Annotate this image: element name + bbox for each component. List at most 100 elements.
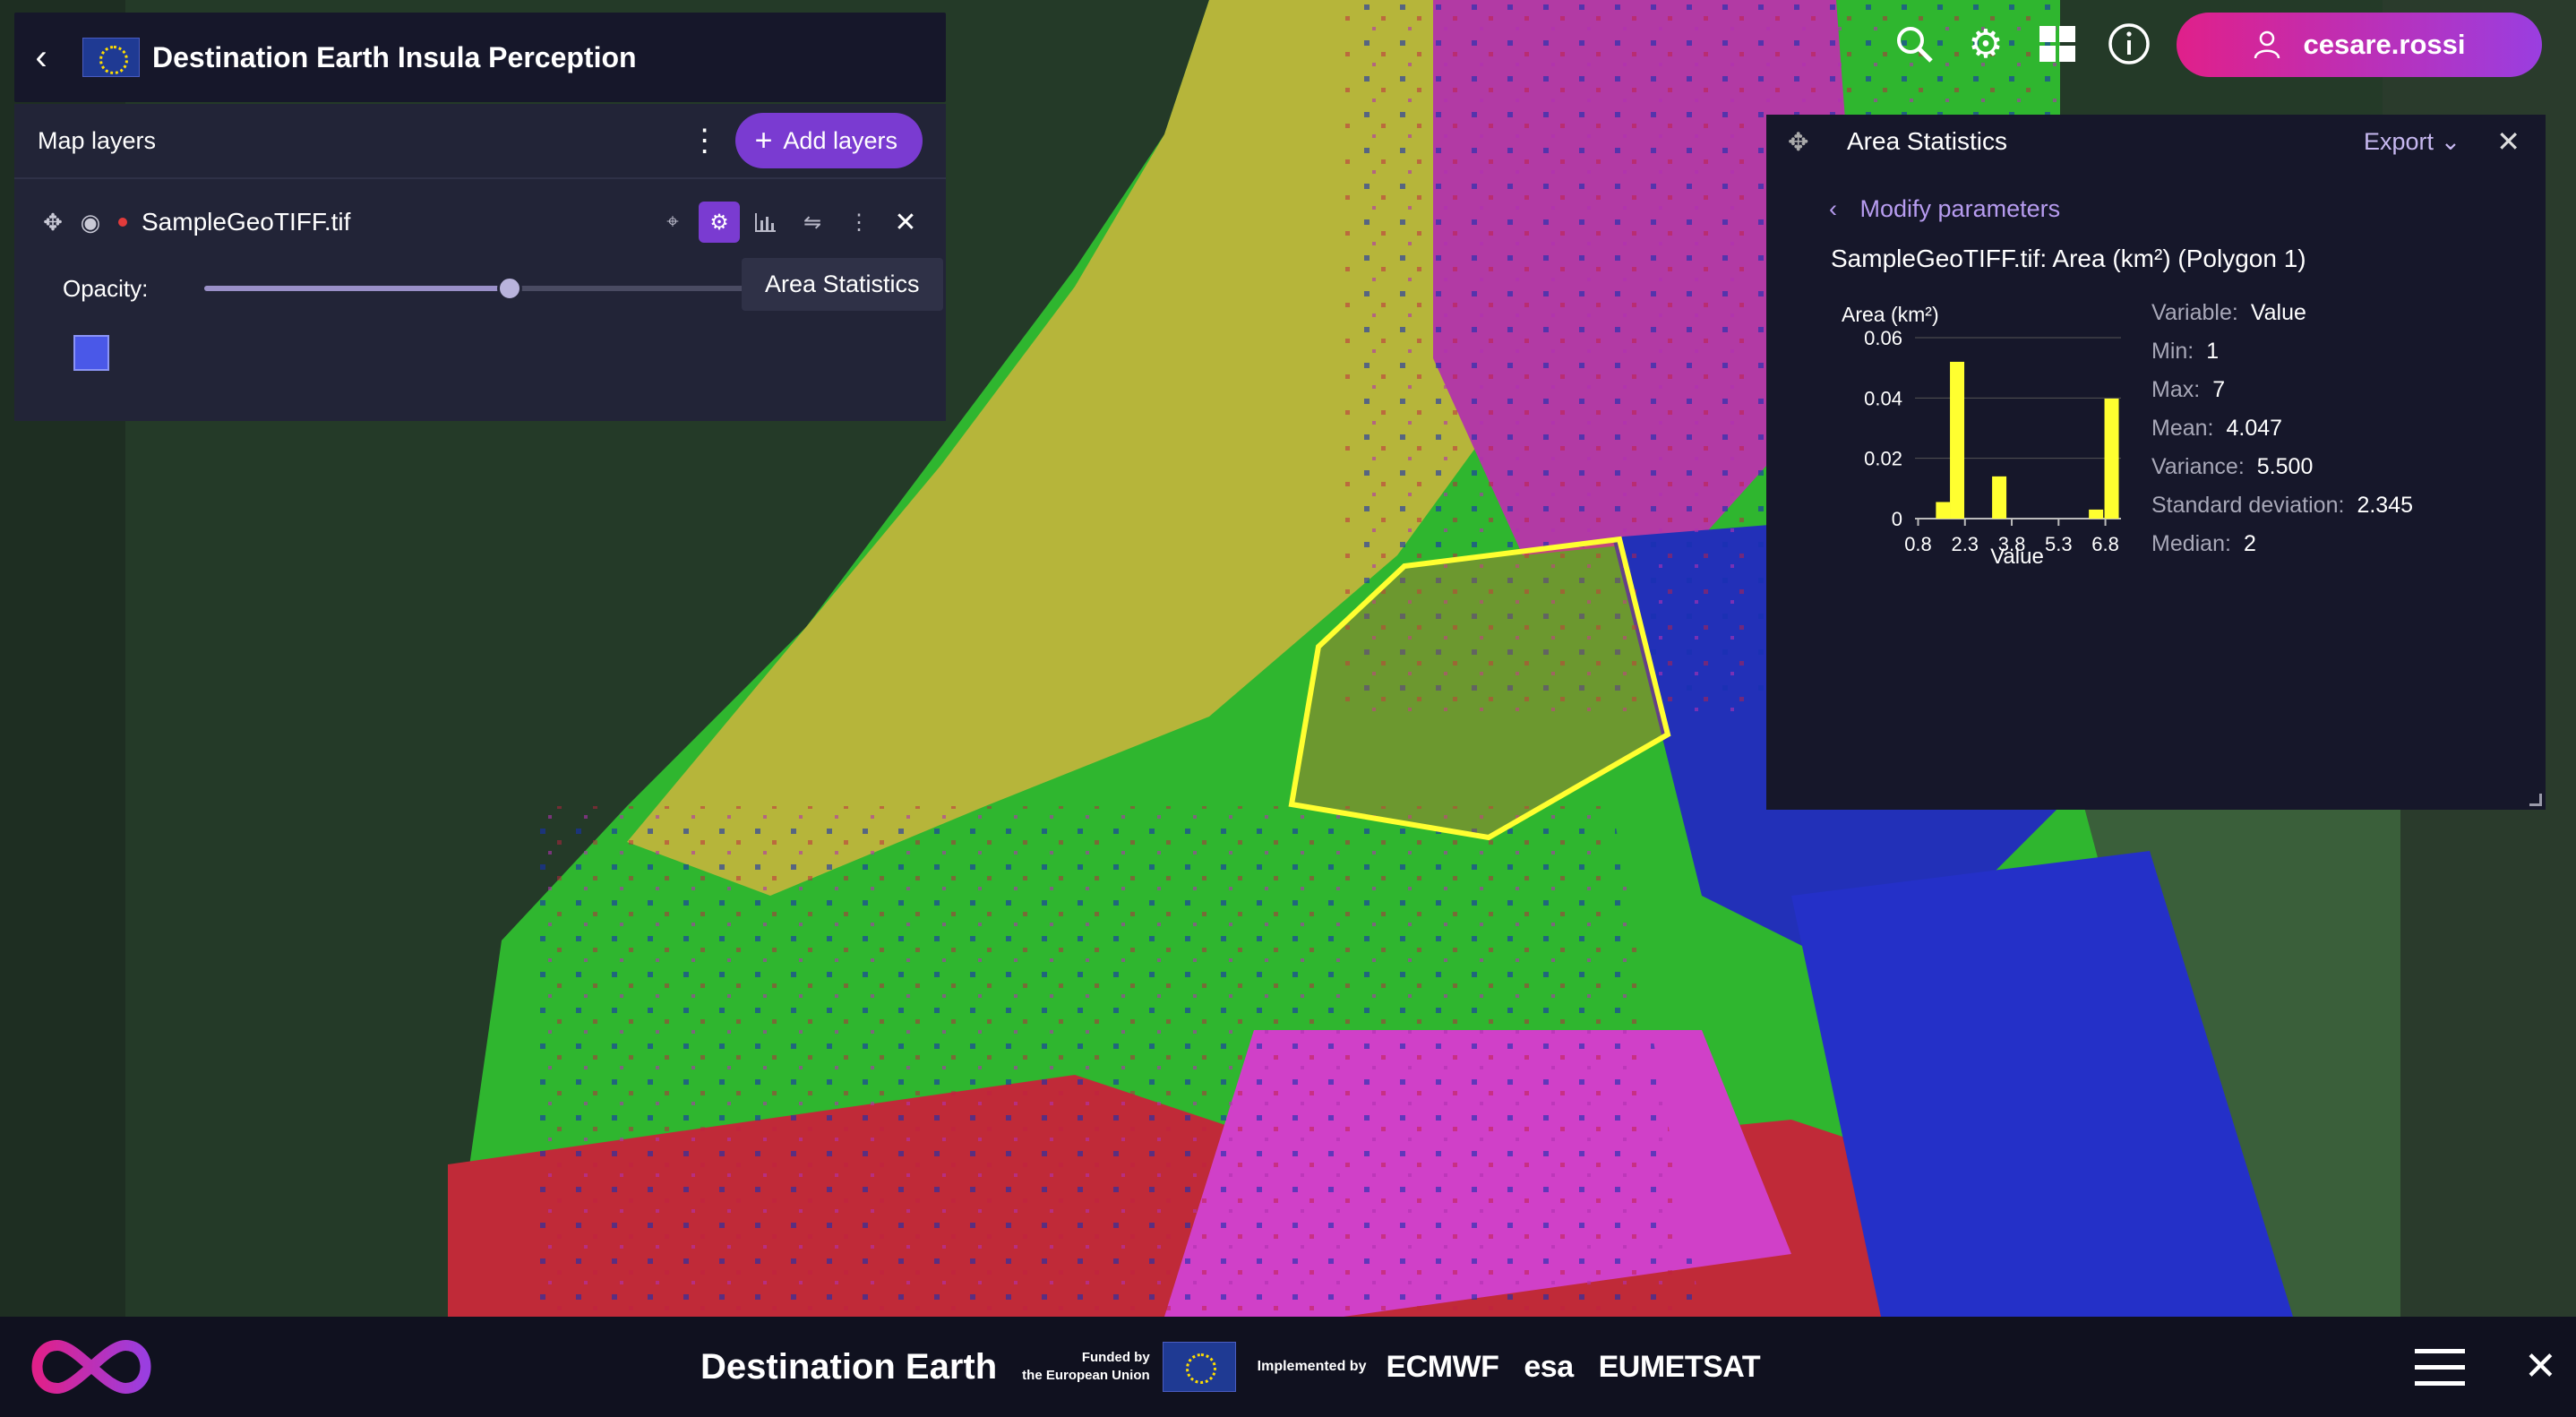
layer-more-icon[interactable]: ⋮ (838, 202, 880, 243)
chart-grid (1915, 337, 2121, 520)
top-toolbar: ⚙ (1890, 20, 2153, 68)
statistic-key: Variance (2151, 454, 2238, 479)
statistic-key: Max (2151, 377, 2194, 402)
statistic-key: Variable (2151, 300, 2232, 325)
layer-settings-gear-icon[interactable]: ⚙ (699, 202, 740, 243)
x-tick-label: 6.8 (2091, 533, 2119, 555)
layer-name: SampleGeoTIFF.tif (142, 208, 351, 236)
area-statistics-title: Area Statistics (1847, 127, 2007, 155)
statistic-key: Mean (2151, 416, 2208, 441)
statistic-row: Min:1 (2151, 339, 2413, 377)
area-statistics-tooltip: Area Statistics (742, 258, 943, 311)
settings-gear-icon[interactable]: ⚙ (1962, 20, 2010, 68)
brand-name: Destination Earth (700, 1346, 998, 1387)
funded-by-text: Funded by the European Union (1022, 1349, 1150, 1385)
implemented-by-text: Implemented by (1257, 1359, 1367, 1374)
y-tick-label: 0.04 (1864, 387, 1902, 409)
app-title: Destination Earth Insula Perception (152, 40, 637, 73)
statistic-separator: : (2194, 377, 2201, 402)
statistic-row: Mean:4.047 (2151, 416, 2413, 454)
user-icon (2254, 30, 2280, 59)
plus-icon: + (754, 124, 773, 158)
statistic-separator: : (2207, 416, 2214, 441)
modify-parameters-label: Modify parameters (1859, 195, 2061, 222)
layer-legend-swatch[interactable] (73, 335, 109, 371)
eu-flag-icon (1162, 1342, 1236, 1392)
histogram-bar (1992, 476, 2007, 519)
export-label: Export (2364, 127, 2434, 155)
bar-chart-icon (755, 213, 776, 232)
close-icon[interactable]: ✕ (2496, 125, 2520, 159)
layer-status-dot (118, 218, 127, 227)
drag-move-icon[interactable]: ✥ (1788, 127, 1842, 157)
area-statistics-header: ✥ Area Statistics Export ⌄ ✕ (1766, 115, 2546, 168)
statistic-value: 4.047 (2226, 416, 2283, 441)
export-dropdown[interactable]: Export ⌄ (2364, 128, 2460, 156)
statistic-row: Variance:5.500 (2151, 454, 2413, 493)
layer-item: ✥ ◉ SampleGeoTIFF.tif ⌖ ⚙ ⇋ ⋮ ✕ (14, 179, 946, 265)
layers-panel-title: Map layers (38, 126, 157, 154)
x-tick-label: 2.3 (1951, 533, 1979, 555)
statistics-list: Variable: Value Min:1 Max:7 Mean:4.047 Varian… (2151, 300, 2413, 570)
remove-layer-close-icon[interactable]: ✕ (885, 202, 926, 243)
destination-earth-infinity-logo-icon[interactable] (21, 1333, 161, 1401)
histogram-bar (1950, 361, 1965, 519)
histogram-bar (2104, 399, 2119, 519)
add-layers-button[interactable]: + Add layers (734, 113, 923, 168)
visibility-eye-icon[interactable]: ◉ (72, 209, 109, 236)
statistic-separator: : (2231, 300, 2238, 325)
footer-bar: Destination Earth Funded by the European… (0, 1317, 2576, 1417)
opacity-slider[interactable] (204, 276, 760, 301)
info-icon[interactable] (2105, 20, 2153, 68)
area-statistics-panel: ✥ Area Statistics Export ⌄ ✕ ‹ Modify pa… (1766, 115, 2546, 810)
statistic-row: Standard deviation:2.345 (2151, 493, 2413, 531)
statistic-row: Max:7 (2151, 377, 2413, 416)
apps-grid-icon[interactable] (2033, 20, 2082, 68)
area-statistics-chart-icon[interactable] (745, 202, 786, 243)
statistic-key: Median (2151, 531, 2225, 556)
x-tick-label: 5.3 (2045, 533, 2073, 555)
partner-esa-logo: esa (1524, 1349, 1574, 1384)
app-header: ‹ Destination Earth Insula Perception (14, 13, 946, 102)
statistic-row: Variable: Value (2151, 300, 2413, 339)
zoom-to-layer-icon[interactable]: ⌖ (652, 202, 693, 243)
add-layers-label: Add layers (783, 126, 897, 154)
chevron-down-icon: ⌄ (2440, 127, 2461, 155)
more-options-icon[interactable]: ⋮ (687, 123, 723, 159)
opacity-label: Opacity: (63, 274, 149, 302)
funded-line-1: Funded by (1081, 1350, 1150, 1365)
footer-brand: Destination Earth Funded by the European… (700, 1338, 1785, 1396)
statistic-value: 2.345 (2357, 493, 2413, 518)
statistic-key: Min (2151, 339, 2188, 364)
modify-parameters-link[interactable]: ‹ Modify parameters (1829, 195, 2546, 223)
drag-move-icon[interactable]: ✥ (34, 209, 72, 236)
opacity-slider-thumb[interactable] (497, 276, 522, 301)
statistic-value: Value (2250, 300, 2306, 325)
chart-bars (1936, 361, 2119, 519)
user-account-button[interactable]: cesare.rossi (2177, 13, 2542, 77)
layers-panel-header: Map layers ⋮ + Add layers (14, 104, 946, 179)
info-glyph (2108, 23, 2150, 64)
menu-hamburger-icon[interactable] (2415, 1349, 2465, 1397)
statistics-body: Area (km²) 0 0.02 0.04 0.06 0.8 2.3 3.8 5.3 6.8… (1766, 273, 2546, 775)
funded-line-2: the European Union (1022, 1368, 1150, 1383)
partner-ecmwf-logo: ECMWF (1386, 1349, 1499, 1384)
statistic-value: 2 (2243, 531, 2256, 556)
histogram-bar (2089, 509, 2104, 519)
chevron-left-icon: ‹ (1829, 195, 1837, 222)
statistic-row: Median:2 (2151, 531, 2413, 570)
y-tick-label: 0.06 (1864, 327, 1902, 349)
statistic-separator: : (2237, 454, 2245, 479)
search-glyph (1897, 27, 1933, 63)
resize-handle-icon[interactable] (2529, 794, 2542, 806)
back-arrow-icon[interactable]: ‹ (14, 13, 68, 102)
partner-eumetsat-logo: EUMETSAT (1598, 1349, 1761, 1384)
search-icon[interactable] (1890, 20, 1938, 68)
swap-compare-icon[interactable]: ⇋ (792, 202, 833, 243)
close-icon[interactable]: ✕ (2524, 1344, 2557, 1389)
histogram-chart: Area (km²) 00.020.040.06 0.8 2.3 3.8 5.3 6.8… (1842, 303, 2121, 569)
x-tick-label: 0.8 (1904, 533, 1932, 555)
opacity-slider-fill (204, 286, 510, 291)
y-tick-label: 0.02 (1864, 448, 1902, 470)
chart-y-ticks: 0 0.02 0.04 0.06 (1864, 327, 1902, 530)
